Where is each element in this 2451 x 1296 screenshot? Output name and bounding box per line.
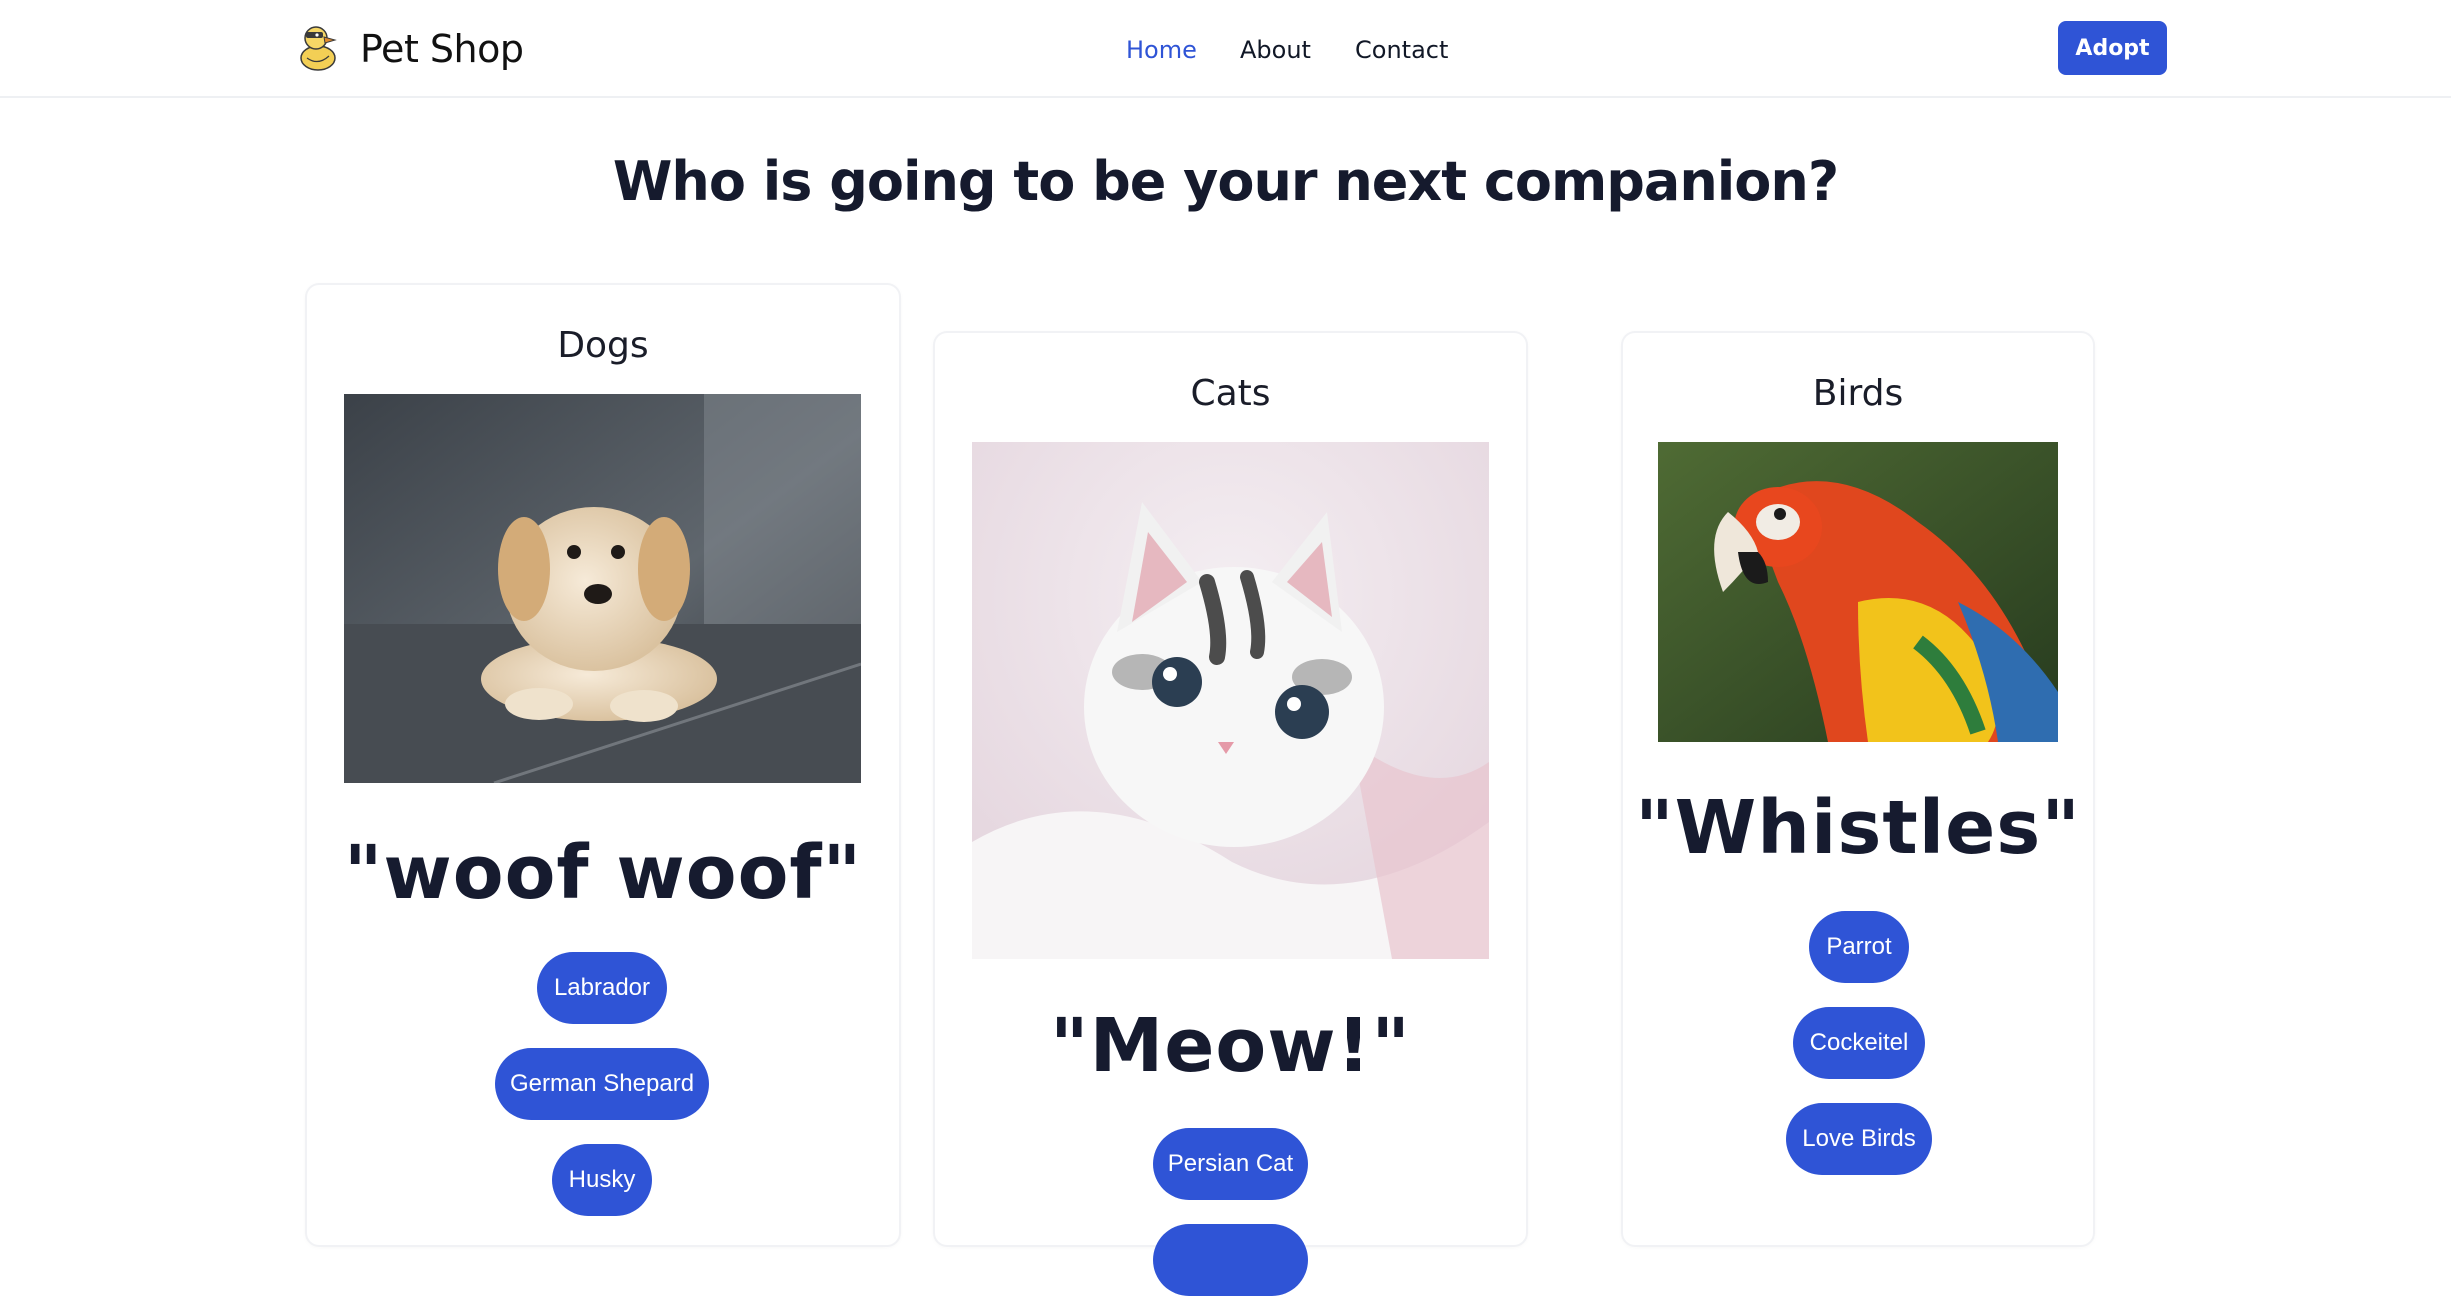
parrot-image xyxy=(1658,442,2058,742)
top-navbar: Pet Shop Home About Contact Adopt xyxy=(0,0,2451,98)
breed-husky-button[interactable]: Husky xyxy=(552,1144,652,1216)
card-dogs: Dogs "woof woof" Labrador German Shepard… xyxy=(307,285,899,1245)
breed-parrot-button[interactable]: Parrot xyxy=(1809,911,1909,983)
card-title: Birds xyxy=(1812,373,1904,414)
brand-name: Pet Shop xyxy=(360,27,524,71)
breed-persian-cat-button[interactable]: Persian Cat xyxy=(1153,1128,1308,1200)
card-sound: "Whistles" xyxy=(1635,785,2081,871)
dog-image xyxy=(344,394,861,783)
breed-labrador-button[interactable]: Labrador xyxy=(537,952,667,1024)
card-title: Cats xyxy=(1190,373,1271,414)
card-birds: Birds "Whistles" Parrot Cockeitel Love B… xyxy=(1623,333,2093,1245)
breed-german-shepard-button[interactable]: German Shepard xyxy=(495,1048,709,1120)
card-cats: Cats "Meow!" Persian Cat xyxy=(935,333,1526,1296)
breed-love-birds-button[interactable]: Love Birds xyxy=(1786,1103,1932,1175)
cat-image xyxy=(972,442,1489,959)
brand[interactable]: Pet Shop xyxy=(298,22,524,76)
duck-logo-icon xyxy=(298,22,340,76)
nav-about[interactable]: About xyxy=(1240,30,1311,70)
card-sound: "woof woof" xyxy=(343,830,863,916)
nav-home[interactable]: Home xyxy=(1126,30,1197,70)
adopt-button[interactable]: Adopt xyxy=(2058,21,2167,75)
card-title: Dogs xyxy=(557,325,649,366)
nav-contact[interactable]: Contact xyxy=(1355,30,1448,70)
card-sound: "Meow!" xyxy=(1050,1003,1411,1089)
page-title: Who is going to be your next companion? xyxy=(612,150,1839,213)
breed-cockeitel-button[interactable]: Cockeitel xyxy=(1793,1007,1925,1079)
breed-next-button[interactable] xyxy=(1153,1224,1308,1296)
